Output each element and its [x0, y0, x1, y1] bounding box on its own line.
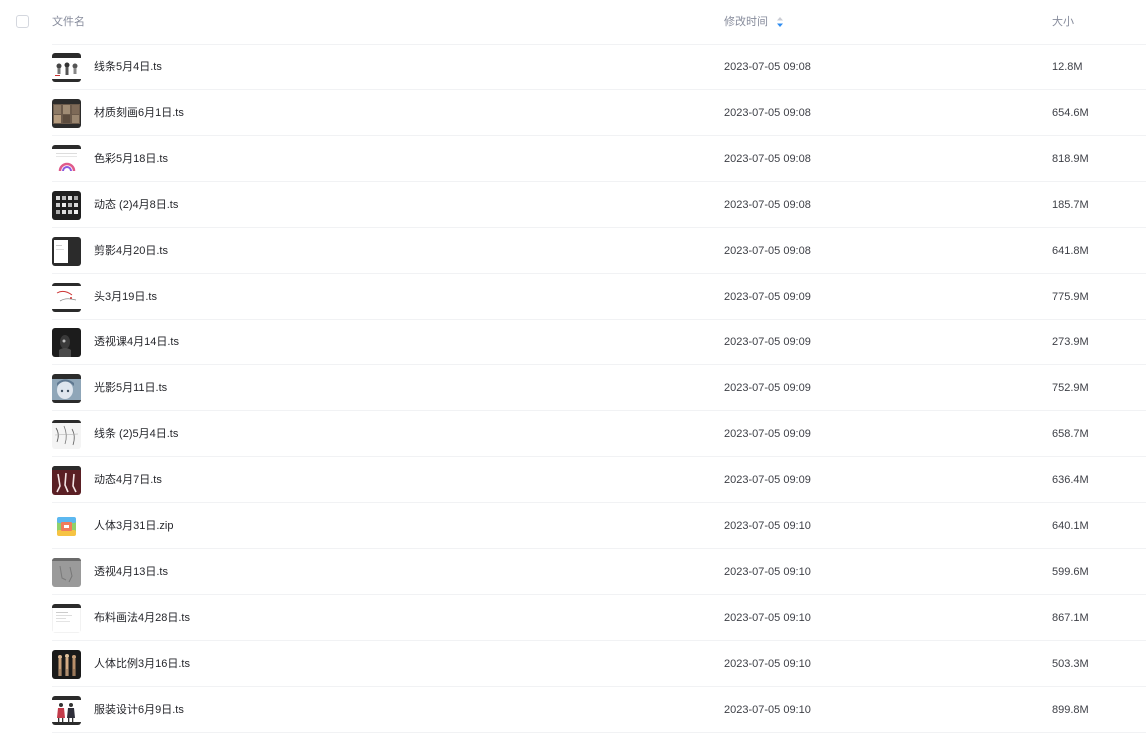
file-name[interactable]: 剪影4月20日.ts [94, 243, 168, 259]
file-size: 775.9M [1052, 291, 1089, 303]
file-list-header: 文件名 修改时间 大小 [0, 0, 1146, 45]
row-divider [52, 89, 1146, 90]
zip-archive-icon [52, 512, 81, 541]
video-thumb-dark-grid [52, 191, 81, 220]
row-divider [52, 410, 1146, 411]
row-divider [52, 548, 1146, 549]
file-modified-time: 2023-07-05 09:10 [724, 612, 811, 624]
file-name[interactable]: 人体比例3月16日.ts [94, 656, 190, 672]
row-divider [52, 732, 1146, 733]
column-header-name[interactable]: 文件名 [52, 14, 85, 30]
column-header-size[interactable]: 大小 [1052, 14, 1074, 30]
video-thumb-red-figures [52, 466, 81, 495]
row-divider [52, 640, 1146, 641]
file-row[interactable]: 透视4月13日.ts 2023-07-05 09:10 599.6M [0, 550, 1146, 595]
video-thumb-document [52, 604, 81, 633]
video-thumb-silhouette [52, 237, 81, 266]
file-row[interactable]: 服装设计6月9日.ts 2023-07-05 09:10 899.8M [0, 688, 1146, 733]
video-thumb-figures [52, 53, 81, 82]
row-divider [52, 594, 1146, 595]
video-thumb-photo-grid [52, 99, 81, 128]
file-modified-time: 2023-07-05 09:10 [724, 566, 811, 578]
row-divider [52, 686, 1146, 687]
file-size: 503.3M [1052, 658, 1089, 670]
file-size: 658.7M [1052, 428, 1089, 440]
file-size: 185.7M [1052, 199, 1089, 211]
row-divider [52, 181, 1146, 182]
file-size: 818.9M [1052, 153, 1089, 165]
file-modified-time: 2023-07-05 09:08 [724, 245, 811, 257]
file-name[interactable]: 材质刻画6月1日.ts [94, 105, 184, 121]
file-name[interactable]: 布料画法4月28日.ts [94, 610, 190, 626]
file-name[interactable]: 线条 (2)5月4日.ts [94, 426, 178, 442]
video-thumb-head-sketch [52, 283, 81, 312]
file-modified-time: 2023-07-05 09:08 [724, 107, 811, 119]
file-row[interactable]: 动态 (2)4月8日.ts 2023-07-05 09:08 185.7M [0, 183, 1146, 228]
video-thumb-costume [52, 696, 81, 725]
file-name[interactable]: 动态 (2)4月8日.ts [94, 197, 178, 213]
file-row[interactable]: 人体3月31日.zip 2023-07-05 09:10 640.1M [0, 504, 1146, 549]
select-all-checkbox[interactable] [16, 15, 29, 28]
file-modified-time: 2023-07-05 09:09 [724, 474, 811, 486]
file-name[interactable]: 光影5月11日.ts [94, 380, 167, 396]
video-thumb-gray-sketch [52, 558, 81, 587]
video-thumb-line-sketch [52, 420, 81, 449]
file-size: 654.6M [1052, 107, 1089, 119]
file-modified-time: 2023-07-05 09:08 [724, 199, 811, 211]
file-row[interactable]: 人体比例3月16日.ts 2023-07-05 09:10 503.3M [0, 642, 1146, 687]
file-row[interactable]: 布料画法4月28日.ts 2023-07-05 09:10 867.1M [0, 596, 1146, 641]
sort-descending-icon[interactable] [775, 15, 785, 29]
file-row[interactable]: 光影5月11日.ts 2023-07-05 09:09 752.9M [0, 366, 1146, 411]
row-divider [52, 135, 1146, 136]
file-size: 599.6M [1052, 566, 1089, 578]
file-size: 640.1M [1052, 520, 1089, 532]
file-row[interactable]: 材质刻画6月1日.ts 2023-07-05 09:08 654.6M [0, 91, 1146, 136]
video-thumb-color-wheel [52, 145, 81, 174]
file-modified-time: 2023-07-05 09:09 [724, 336, 811, 348]
file-name[interactable]: 线条5月4日.ts [94, 59, 162, 75]
file-size: 641.8M [1052, 245, 1089, 257]
file-modified-time: 2023-07-05 09:08 [724, 153, 811, 165]
file-name[interactable]: 服装设计6月9日.ts [94, 702, 184, 718]
video-thumb-anatomy [52, 650, 81, 679]
file-modified-time: 2023-07-05 09:08 [724, 61, 811, 73]
file-modified-time: 2023-07-05 09:09 [724, 382, 811, 394]
file-modified-time: 2023-07-05 09:09 [724, 291, 811, 303]
file-name[interactable]: 透视课4月14日.ts [94, 334, 179, 350]
row-divider [52, 456, 1146, 457]
file-modified-time: 2023-07-05 09:10 [724, 658, 811, 670]
row-divider [52, 364, 1146, 365]
file-name[interactable]: 人体3月31日.zip [94, 518, 173, 534]
file-modified-time: 2023-07-05 09:10 [724, 520, 811, 532]
file-row[interactable]: 线条5月4日.ts 2023-07-05 09:08 12.8M [0, 45, 1146, 90]
file-size: 12.8M [1052, 61, 1083, 73]
file-row[interactable]: 色彩5月18日.ts 2023-07-05 09:08 818.9M [0, 137, 1146, 182]
row-divider [52, 273, 1146, 274]
file-row[interactable]: 动态4月7日.ts 2023-07-05 09:09 636.4M [0, 458, 1146, 503]
file-size: 867.1M [1052, 612, 1089, 624]
file-modified-time: 2023-07-05 09:10 [724, 704, 811, 716]
file-row[interactable]: 剪影4月20日.ts 2023-07-05 09:08 641.8M [0, 229, 1146, 274]
file-size: 273.9M [1052, 336, 1089, 348]
file-name[interactable]: 透视4月13日.ts [94, 564, 168, 580]
video-thumb-anime-face [52, 374, 81, 403]
file-size: 899.8M [1052, 704, 1089, 716]
file-row[interactable]: 透视课4月14日.ts 2023-07-05 09:09 273.9M [0, 320, 1146, 365]
file-size: 752.9M [1052, 382, 1089, 394]
row-divider [52, 502, 1146, 503]
row-divider [52, 227, 1146, 228]
file-modified-time: 2023-07-05 09:09 [724, 428, 811, 440]
file-row[interactable]: 头3月19日.ts 2023-07-05 09:09 775.9M [0, 275, 1146, 320]
column-header-modified-time[interactable]: 修改时间 [724, 14, 768, 30]
video-thumb-dark-figure [52, 328, 81, 357]
file-row[interactable]: 线条 (2)5月4日.ts 2023-07-05 09:09 658.7M [0, 412, 1146, 457]
file-name[interactable]: 色彩5月18日.ts [94, 151, 168, 167]
file-name[interactable]: 头3月19日.ts [94, 289, 157, 305]
file-size: 636.4M [1052, 474, 1089, 486]
file-name[interactable]: 动态4月7日.ts [94, 472, 162, 488]
